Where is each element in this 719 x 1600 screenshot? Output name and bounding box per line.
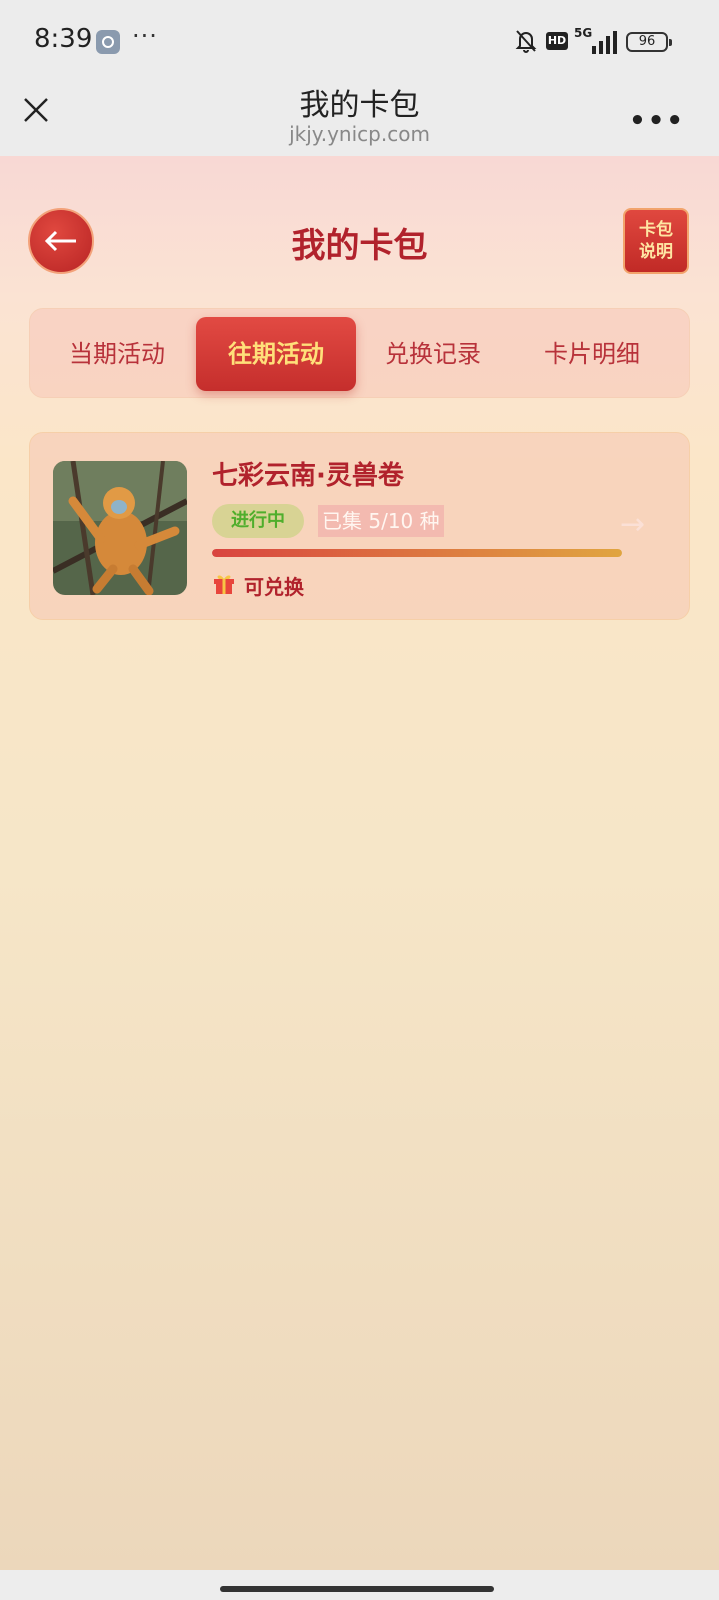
hd-icon: HD bbox=[546, 32, 568, 50]
signal-icon bbox=[592, 31, 617, 54]
golden-monkey-image bbox=[53, 461, 187, 595]
home-indicator[interactable] bbox=[220, 1586, 494, 1592]
status-badge: 进行中 bbox=[212, 504, 304, 538]
help-button-line-1: 卡包 bbox=[639, 220, 673, 240]
status-bar: 8:39 ··· HD 5G 96 bbox=[0, 0, 719, 84]
tab-current-activities[interactable]: 当期活动 bbox=[37, 317, 197, 391]
browser-domain: jkjy.ynicp.com bbox=[289, 122, 430, 146]
browser-title: 我的卡包 bbox=[299, 88, 420, 123]
card-wallet-page: 我的卡包 卡包 说明 当期活动 往期活动 兑换记录 卡片明细 七彩云南·灵兽卷 … bbox=[0, 156, 719, 1570]
bell-muted-icon bbox=[515, 30, 537, 53]
collected-count: 已集 5/10 种 bbox=[318, 505, 444, 537]
home-bar bbox=[0, 1570, 719, 1600]
more-options-icon[interactable]: ••• bbox=[629, 106, 685, 136]
wallet-help-button[interactable]: 卡包 说明 bbox=[623, 208, 689, 274]
card-title: 七彩云南·灵兽卷 bbox=[212, 461, 404, 491]
browser-title-bar: 我的卡包 jkjy.ynicp.com ••• bbox=[0, 84, 719, 156]
arrow-right-icon[interactable]: → bbox=[620, 507, 645, 542]
tab-past-activities[interactable]: 往期活动 bbox=[196, 317, 356, 391]
status-time: 8:39 bbox=[34, 24, 93, 54]
help-button-line-2: 说明 bbox=[639, 242, 673, 262]
battery-icon: 96 bbox=[626, 32, 672, 52]
tab-redemption-history[interactable]: 兑换记录 bbox=[353, 317, 513, 391]
gift-icon bbox=[214, 575, 234, 594]
status-more-indicator: ··· bbox=[132, 22, 158, 50]
page-title: 我的卡包 bbox=[291, 226, 428, 266]
settings-app-icon bbox=[96, 30, 120, 54]
collection-progress-fill bbox=[212, 549, 622, 557]
collection-progress-bar bbox=[212, 549, 622, 557]
activity-card[interactable]: 七彩云南·灵兽卷 进行中 已集 5/10 种 可兑换 → bbox=[29, 432, 690, 620]
activity-tabs: 当期活动 往期活动 兑换记录 卡片明细 bbox=[29, 308, 690, 398]
redeemable-label: 可兑换 bbox=[244, 575, 304, 599]
tab-card-details[interactable]: 卡片明细 bbox=[512, 317, 672, 391]
